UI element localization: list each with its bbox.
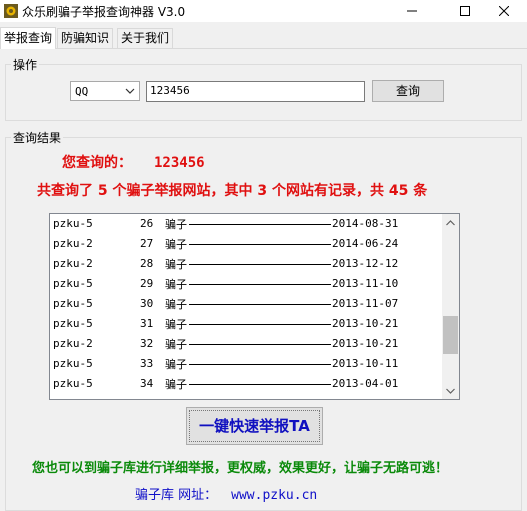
row-separator-line xyxy=(189,324,331,325)
site-url-link[interactable]: www.pzku.cn xyxy=(231,488,317,503)
row-site: pzku-5 xyxy=(53,377,93,390)
row-number: 29 xyxy=(140,277,154,290)
row-type: 骗子 xyxy=(165,338,187,351)
row-site: pzku-2 xyxy=(53,337,93,350)
row-separator-line xyxy=(189,284,331,285)
account-input[interactable]: 123456 xyxy=(146,81,365,102)
row-site: pzku-5 xyxy=(53,357,93,370)
list-item[interactable]: pzku-2 27 骗子 2014-06-24 xyxy=(50,234,442,254)
title-bar: 众乐刷骗子举报查询神器 V3.0 xyxy=(0,0,527,22)
row-site: pzku-5 xyxy=(53,217,93,230)
site-line: 骗子库 网址： www.pzku.cn xyxy=(135,484,317,503)
row-number: 34 xyxy=(140,377,154,390)
list-item[interactable]: pzku-5 31 骗子 2013-10-21 xyxy=(50,314,442,334)
queried-label: 您查询的： xyxy=(62,155,132,171)
tab-about-us[interactable]: 关于我们 xyxy=(117,28,174,48)
list-item[interactable]: pzku-5 30 骗子 2013-11-07 xyxy=(50,294,442,314)
window-title: 众乐刷骗子举报查询神器 V3.0 xyxy=(22,5,186,19)
tab-strip: 举报查询 防骗知识 关于我们 xyxy=(0,27,527,49)
account-type-select[interactable]: QQ xyxy=(70,81,140,101)
results-scrollbar[interactable] xyxy=(442,214,459,399)
row-date: 2014-08-31 xyxy=(332,217,399,230)
account-type-value: QQ xyxy=(75,85,89,98)
row-date: 2013-12-12 xyxy=(332,257,399,270)
row-date: 2013-10-21 xyxy=(332,337,399,350)
maximize-icon xyxy=(460,6,470,16)
row-date: 2013-10-21 xyxy=(332,317,399,330)
chevron-down-icon xyxy=(446,388,455,394)
row-separator-line xyxy=(189,364,331,365)
queried-value: 123456 xyxy=(154,155,205,171)
row-site: pzku-5 xyxy=(53,297,93,310)
row-type: 骗子 xyxy=(165,298,187,311)
operation-legend: 操作 xyxy=(13,58,38,72)
row-type: 骗子 xyxy=(165,318,187,331)
list-item[interactable]: pzku-5 33 骗子 2013-10-11 xyxy=(50,354,442,374)
row-number: 33 xyxy=(140,357,154,370)
chevron-up-icon xyxy=(446,219,455,225)
row-number: 27 xyxy=(140,237,154,250)
row-separator-line xyxy=(189,264,331,265)
row-number: 28 xyxy=(140,257,154,270)
minimize-button[interactable] xyxy=(389,0,435,22)
row-date: 2014-06-24 xyxy=(332,237,399,250)
close-icon xyxy=(499,6,509,16)
row-separator-line xyxy=(189,384,331,385)
list-item[interactable]: pzku-5 34 骗子 2013-04-01 xyxy=(50,374,442,394)
row-type: 骗子 xyxy=(165,258,187,271)
scroll-up-button[interactable] xyxy=(442,214,459,231)
row-separator-line xyxy=(189,344,331,345)
list-item[interactable]: pzku-2 28 骗子 2013-12-12 xyxy=(50,254,442,274)
row-separator-line xyxy=(189,224,331,225)
app-icon xyxy=(4,4,18,18)
queried-line: 您查询的： 123456 xyxy=(62,152,205,172)
list-item[interactable]: pzku-5 29 骗子 2013-11-10 xyxy=(50,274,442,294)
results-legend: 查询结果 xyxy=(13,131,62,145)
list-item[interactable]: pzku-5 26 骗子 2014-08-31 xyxy=(50,214,442,234)
row-date: 2013-10-11 xyxy=(332,357,399,370)
promo-text: 您也可以到骗子库进行详细举报，更权威，效果更好，让骗子无路可逃！ xyxy=(32,461,449,476)
scroll-thumb[interactable] xyxy=(443,315,458,354)
summary-text: 共查询了 5 个骗子举报网站，其中 3 个网站有记录，共 45 条 xyxy=(37,183,428,199)
row-site: pzku-5 xyxy=(53,277,93,290)
row-number: 31 xyxy=(140,317,154,330)
row-date: 2013-11-10 xyxy=(332,277,399,290)
tab-fraud-knowledge[interactable]: 防骗知识 xyxy=(57,28,114,48)
minimize-icon xyxy=(407,10,417,12)
site-label: 骗子库 网址： xyxy=(135,488,218,503)
row-date: 2013-04-01 xyxy=(332,377,399,390)
quick-report-button[interactable]: 一键快速举报TA xyxy=(186,407,323,445)
row-type: 骗子 xyxy=(165,218,187,231)
results-list[interactable]: pzku-5 26 骗子 2014-08-31 pzku-2 27 骗子 2014-06-24… xyxy=(49,213,460,400)
row-number: 32 xyxy=(140,337,154,350)
row-type: 骗子 xyxy=(165,278,187,291)
row-type: 骗子 xyxy=(165,358,187,371)
row-separator-line xyxy=(189,304,331,305)
close-button[interactable] xyxy=(481,0,527,22)
row-site: pzku-2 xyxy=(53,257,93,270)
row-site: pzku-2 xyxy=(53,237,93,250)
list-item[interactable]: pzku-2 32 骗子 2013-10-21 xyxy=(50,334,442,354)
row-number: 30 xyxy=(140,297,154,310)
query-button[interactable]: 查询 xyxy=(372,80,444,102)
row-separator-line xyxy=(189,244,331,245)
chevron-down-icon xyxy=(125,88,135,94)
tab-report-query[interactable]: 举报查询 xyxy=(0,27,57,49)
row-site: pzku-5 xyxy=(53,317,93,330)
row-number: 26 xyxy=(140,217,154,230)
row-date: 2013-11-07 xyxy=(332,297,399,310)
row-type: 骗子 xyxy=(165,378,187,391)
row-type: 骗子 xyxy=(165,238,187,251)
scroll-down-button[interactable] xyxy=(442,382,459,399)
